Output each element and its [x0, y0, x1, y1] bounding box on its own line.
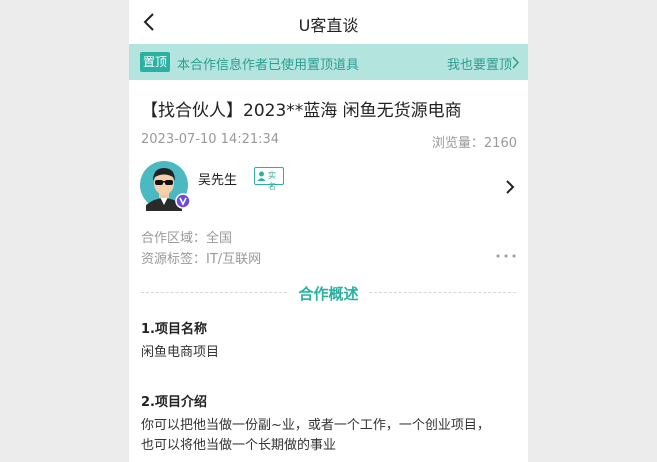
view-count: 浏览量：2160	[432, 132, 517, 151]
field-value-project-intro: 你可以把他当做一份副~业，或者一个工作，一个创业项目，也可以将他当做一个长期做的…	[141, 418, 490, 453]
views-label: 浏览量：	[431, 136, 484, 151]
top-promo-banner[interactable]: 置顶 本合作信息作者已使用置顶道具 我也要置顶	[129, 44, 528, 80]
top-badge: 置顶	[140, 52, 171, 72]
chevron-right-icon	[512, 56, 520, 69]
page-title: U客直谈	[298, 16, 359, 35]
verified-label: 实名	[268, 171, 276, 191]
nav-bar: U客直谈	[129, 0, 528, 44]
post-time: 2023-07-10 14:21:34	[141, 132, 280, 147]
user-icon	[257, 171, 266, 181]
divider	[369, 292, 516, 293]
author-name[interactable]: 吴先生	[198, 169, 237, 188]
banner-link[interactable]: 我也要置顶	[447, 54, 512, 73]
verified-badge: 实名	[254, 167, 284, 191]
vip-icon	[175, 193, 190, 209]
app-screen: U客直谈 置顶 本合作信息作者已使用置顶道具 我也要置顶 【找合伙人】2023*…	[129, 0, 528, 462]
avatar[interactable]	[140, 161, 190, 211]
field-value-project-name: 闲鱼电商项目	[141, 345, 220, 360]
resource-tags: 资源标签：IT/互联网	[141, 252, 262, 267]
views-number: 2160	[483, 136, 517, 151]
more-icon[interactable]	[496, 254, 516, 258]
field-heading-project-intro: 2.项目介绍	[141, 395, 207, 410]
banner-text: 本合作信息作者已使用置顶道具	[177, 58, 360, 73]
chevron-right-icon[interactable]	[505, 180, 515, 194]
field-heading-project-name: 1.项目名称	[141, 322, 207, 337]
cooperation-region: 合作区域：全国	[141, 231, 233, 246]
post-title: 【找合伙人】2023**蓝海 闲鱼无货源电商	[141, 101, 462, 121]
section-title: 合作概述	[298, 285, 359, 303]
